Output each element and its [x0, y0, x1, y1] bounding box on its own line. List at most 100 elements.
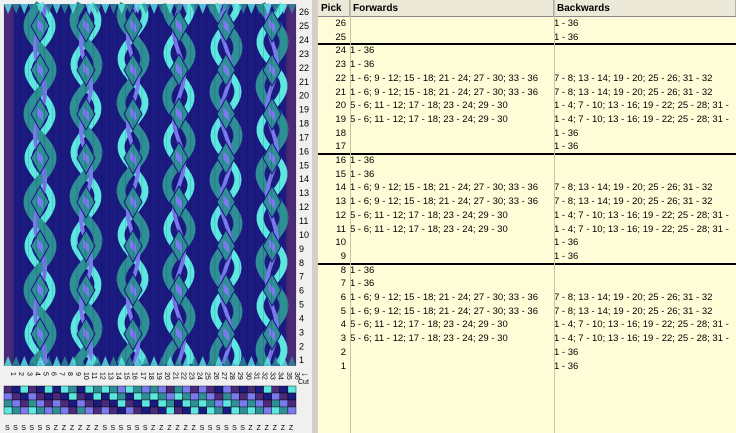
- pick-label: 4: [299, 313, 304, 323]
- threading-cell: [117, 406, 126, 415]
- table-row[interactable]: 3 5 - 6; 11 - 12; 17 - 18; 23 - 24; 29 - …: [318, 332, 736, 346]
- threading-cell: [255, 399, 264, 408]
- card-number-label: 35: [285, 372, 292, 380]
- threading-cell: [157, 392, 167, 401]
- pick-label: 13: [299, 188, 309, 198]
- card-number-label: 12: [98, 372, 105, 380]
- backwards-cards: 1 - 36: [554, 237, 579, 249]
- table-row[interactable]: 24 1 - 36: [318, 44, 736, 58]
- threading-cell: [198, 392, 207, 401]
- threading-cell: [11, 399, 21, 408]
- threading-cell: [117, 392, 126, 401]
- forwards-cards: 1 - 36: [350, 59, 375, 71]
- table-row[interactable]: 13 1 - 6; 9 - 12; 15 - 18; 21 - 24; 27 - …: [318, 195, 736, 209]
- table-row[interactable]: 19 5 - 6; 11 - 12; 17 - 18; 23 - 24; 29 -…: [318, 113, 736, 127]
- backwards-cards: 1 - 4; 7 - 10; 13 - 16; 19 - 22; 25 - 28…: [554, 113, 729, 125]
- backwards-cards: 1 - 36: [554, 346, 579, 358]
- pick-label: 19: [299, 105, 309, 115]
- table-row[interactable]: 4 5 - 6; 11 - 12; 17 - 18; 23 - 24; 29 - …: [318, 318, 736, 332]
- threading-cell: [141, 399, 151, 408]
- thread-direction-label: S: [5, 425, 10, 432]
- threading-cell: [166, 406, 175, 415]
- table-row[interactable]: 15 1 - 36: [318, 168, 736, 182]
- table-row[interactable]: 10 1 - 36: [318, 236, 736, 250]
- threading-cell: [141, 385, 151, 394]
- threading-cell: [52, 399, 61, 408]
- table-row[interactable]: 22 1 - 6; 9 - 12; 15 - 18; 21 - 24; 27 - …: [318, 72, 736, 86]
- pick-label: 8: [299, 258, 304, 268]
- threading-cell: [271, 399, 280, 408]
- threading-cell: [28, 392, 37, 401]
- threading-cell: [157, 406, 167, 415]
- pick-number: 13: [335, 196, 346, 208]
- forwards-cards: 1 - 6; 9 - 12; 15 - 18; 21 - 24; 27 - 30…: [350, 86, 539, 98]
- table-row[interactable]: 5 1 - 6; 9 - 12; 15 - 18; 21 - 24; 27 - 3…: [318, 305, 736, 319]
- card-number-label: 24: [196, 372, 203, 380]
- threading-cell: [222, 399, 232, 408]
- threading-cell: [263, 406, 272, 415]
- thread-direction-label: Z: [265, 425, 270, 432]
- threading-cell: [68, 385, 78, 394]
- card-number-label: 14: [115, 372, 122, 380]
- column-header-forwards[interactable]: Forwards: [350, 0, 554, 17]
- threading-cell: [222, 385, 232, 394]
- thread-direction-label: Z: [175, 425, 180, 432]
- table-row[interactable]: 7 1 - 36: [318, 277, 736, 291]
- table-row[interactable]: 23 1 - 36: [318, 58, 736, 72]
- pick-label: 5: [299, 300, 304, 310]
- backwards-cards: 1 - 4; 7 - 10; 13 - 16; 19 - 22; 25 - 28…: [554, 333, 729, 345]
- table-row[interactable]: 17 1 - 36: [318, 140, 736, 154]
- table-row[interactable]: 12 5 - 6; 11 - 12; 17 - 18; 23 - 24; 29 -…: [318, 209, 736, 223]
- threading-cell: [182, 399, 191, 408]
- pick-number: 20: [335, 100, 346, 112]
- table-row[interactable]: 9 1 - 36: [318, 250, 736, 264]
- column-header-pick[interactable]: Pick: [318, 0, 350, 17]
- table-row[interactable]: 26 1 - 36: [318, 17, 736, 31]
- backwards-cards: 7 - 8; 13 - 14; 19 - 20; 25 - 26; 31 - 3…: [554, 182, 713, 194]
- threading-cell: [84, 392, 94, 401]
- card-number-label: 21: [171, 372, 178, 380]
- table-row[interactable]: 20 5 - 6; 11 - 12; 17 - 18; 23 - 24; 29 -…: [318, 99, 736, 113]
- threading-cell: [206, 406, 216, 415]
- backwards-cards: 1 - 4; 7 - 10; 13 - 16; 19 - 22; 25 - 28…: [554, 319, 729, 331]
- threading-cell: [76, 385, 86, 394]
- pick-number: 16: [335, 155, 346, 166]
- forwards-cards: 1 - 6; 9 - 12; 15 - 18; 21 - 24; 27 - 30…: [350, 292, 539, 303]
- threading-cell: [11, 392, 21, 401]
- table-row[interactable]: 6 1 - 6; 9 - 12; 15 - 18; 21 - 24; 27 - 3…: [318, 291, 736, 305]
- threading-cell: [287, 385, 297, 394]
- table-row[interactable]: 11 5 - 6; 11 - 12; 17 - 18; 23 - 24; 29 -…: [318, 223, 736, 237]
- pick-number: 10: [335, 237, 346, 249]
- table-row[interactable]: 14 1 - 6; 9 - 12; 15 - 18; 21 - 24; 27 - …: [318, 181, 736, 195]
- table-row[interactable]: 8 1 - 36: [318, 264, 736, 278]
- threading-cell: [76, 392, 86, 401]
- column-header-backwards[interactable]: Backwards: [554, 0, 736, 17]
- thread-direction-label: S: [21, 425, 26, 432]
- pick-number: 26: [335, 18, 346, 29]
- pick-label: 3: [299, 327, 304, 337]
- thread-direction-label: S: [135, 425, 140, 432]
- threading-cell: [190, 399, 199, 408]
- threading-cell: [52, 385, 61, 394]
- pick-label: 14: [299, 174, 309, 184]
- backwards-cards: 7 - 8; 13 - 14; 19 - 20; 25 - 26; 31 - 3…: [554, 196, 713, 208]
- table-row[interactable]: 2 1 - 36: [318, 346, 736, 360]
- thread-direction-label: S: [119, 425, 124, 432]
- table-row[interactable]: 21 1 - 6; 9 - 12; 15 - 18; 21 - 24; 27 - …: [318, 86, 736, 100]
- pick-label: 25: [299, 21, 309, 31]
- pick-number: 15: [335, 168, 346, 180]
- threading-cell: [182, 406, 191, 415]
- threading-cell: [263, 385, 272, 394]
- threading-cell: [214, 392, 224, 401]
- pattern-repeat-separator: [318, 153, 736, 155]
- threading-cell: [230, 406, 240, 415]
- pattern-repeat-separator: [318, 262, 736, 265]
- threading-cell: [101, 392, 110, 401]
- table-row[interactable]: 25 1 - 36: [318, 31, 736, 45]
- table-row[interactable]: 16 1 - 36: [318, 154, 736, 168]
- pick-label: 22: [299, 63, 309, 73]
- pick-label: 24: [299, 35, 309, 45]
- card-number-label: 16: [131, 372, 138, 380]
- table-row[interactable]: 1 1 - 36: [318, 360, 736, 374]
- table-row[interactable]: 18 1 - 36: [318, 127, 736, 141]
